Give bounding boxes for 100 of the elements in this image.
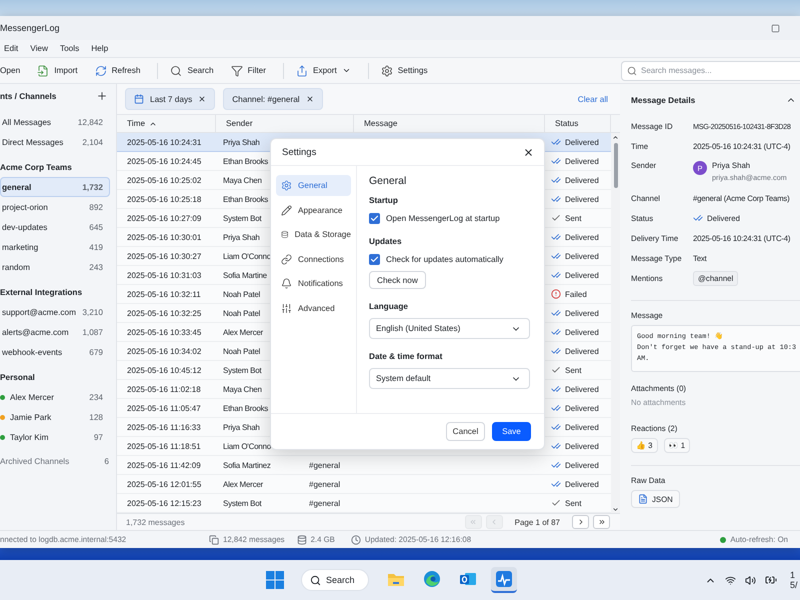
- status-label: Delivered: [565, 138, 599, 146]
- sidebar-title: nts / Channels: [0, 92, 56, 100]
- status-label: Delivered: [565, 156, 599, 166]
- channel-name: webhook-events: [2, 348, 64, 356]
- status-label: Sent: [565, 498, 582, 508]
- table-cell: Sofia Martine: [223, 270, 267, 280]
- status-label: Delivered: [565, 328, 599, 336]
- clock-text: 1: [790, 570, 796, 580]
- message-count: 3,210: [82, 308, 103, 316]
- table-cell: 2025-05-16 10:34:02: [127, 346, 202, 356]
- table-cell: #general: [309, 498, 340, 508]
- channel-name: random: [2, 262, 31, 272]
- checkbox-label: Check for updates automatically: [386, 254, 504, 264]
- filter-label: Last 7 days: [150, 94, 192, 104]
- table-cell: System Bot: [223, 498, 262, 508]
- table-cell: Liam O'Conno: [223, 442, 271, 450]
- table-cell: Noah Patel: [223, 346, 260, 356]
- message-count: 1,087: [82, 328, 103, 336]
- table-cell: Sofia Martinez: [223, 460, 271, 470]
- table-cell: 2025-05-16 10:30:01: [127, 232, 202, 242]
- message-count: 243: [89, 262, 103, 272]
- status-label: Delivered: [565, 176, 599, 184]
- table-cell: 2025-05-16 10:25:02: [127, 176, 202, 184]
- group-title: Updates: [369, 237, 403, 247]
- channel-name: general: [2, 182, 32, 192]
- window-title: MessengerLog: [0, 23, 60, 33]
- channel-name: marketing: [2, 242, 40, 252]
- message-count: 1,732 messages: [126, 518, 185, 526]
- panel-title: Message Details: [631, 96, 696, 104]
- checkbox-label: Open MessengerLog at startup: [386, 214, 500, 222]
- table-cell: 2025-05-16 10:25:18: [127, 194, 202, 204]
- group-title: Personal: [0, 372, 36, 384]
- group-title: Language: [369, 302, 409, 312]
- message-count: 679: [89, 348, 103, 356]
- table-cell: System Bot: [223, 366, 262, 374]
- table-cell: #general: [309, 480, 340, 488]
- status-label: Delivered: [565, 232, 599, 242]
- table-cell: 2025-05-16 11:02:18: [127, 384, 201, 394]
- message-count: 892: [89, 202, 103, 212]
- table-cell: Priya Shah: [223, 232, 260, 242]
- page-indicator: Page 1 of 87: [514, 518, 560, 526]
- status-label: Delivered: [565, 460, 599, 470]
- clock-text: 5/: [790, 580, 798, 590]
- table-cell: 2025-05-16 10:24:31: [127, 138, 202, 146]
- table-cell: Noah Patel: [223, 308, 260, 318]
- table-cell: 2025-05-16 10:33:45: [127, 328, 202, 336]
- message-count: 645: [89, 222, 103, 232]
- message-count: 6: [104, 456, 109, 466]
- table-cell: 2025-05-16 11:18:51: [127, 442, 201, 450]
- message-count: 12,842: [78, 118, 103, 126]
- status-label: Delivered: [565, 194, 599, 204]
- status-label: Delivered: [565, 270, 599, 280]
- message-count: 234: [89, 392, 103, 402]
- table-cell: 2025-05-16 10:27:09: [127, 214, 202, 222]
- channel-name: Jamie Park: [10, 412, 52, 422]
- table-cell: Ethan Brooks: [223, 156, 268, 166]
- channel-name: alerts@acme.com: [2, 328, 70, 336]
- group-title: External Integrations: [0, 286, 84, 299]
- table-cell: 2025-05-16 10:32:25: [127, 308, 202, 318]
- dialog-title: Settings: [282, 146, 316, 158]
- status-label: Delivered: [565, 422, 599, 432]
- table-cell: Ethan Brooks: [223, 404, 268, 412]
- status-label: Failed: [565, 290, 587, 298]
- filter-label: Channel: #general: [232, 94, 300, 104]
- table-cell: Alex Mercer: [223, 328, 263, 336]
- message-count: 128: [89, 412, 103, 422]
- table-cell: 2025-05-16 12:15:23: [127, 498, 202, 508]
- table-cell: Alex Mercer: [223, 480, 263, 488]
- channel-name: support@acme.com: [2, 308, 77, 316]
- group-title: Acme Corp Teams: [0, 162, 73, 174]
- section-heading: General: [369, 175, 408, 188]
- table-cell: Maya Chen: [223, 384, 262, 394]
- table-cell: 2025-05-16 12:01:55: [127, 480, 202, 488]
- status-label: Delivered: [565, 480, 599, 488]
- table-cell: Priya Shah: [223, 138, 260, 146]
- table-cell: Maya Chen: [223, 176, 262, 184]
- group-title: Startup: [369, 196, 399, 206]
- table-cell: Priya Shah: [223, 422, 260, 432]
- status-label: Sent: [565, 214, 582, 222]
- table-cell: 2025-05-16 11:05:47: [127, 404, 201, 412]
- group-title: Date & time format: [369, 352, 444, 362]
- table-cell: 2025-05-16 10:32:11: [127, 290, 201, 298]
- channel-name: dev-updates: [2, 222, 48, 232]
- message-count: 2,104: [82, 138, 103, 146]
- table-cell: #general: [309, 460, 340, 470]
- message-count: 419: [89, 242, 103, 252]
- status-label: Delivered: [565, 252, 599, 260]
- status-label: Sent: [565, 366, 582, 374]
- status-label: Delivered: [565, 346, 599, 356]
- table-cell: Noah Patel: [223, 290, 260, 298]
- status-label: Delivered: [565, 384, 599, 394]
- table-cell: 2025-05-16 10:24:45: [127, 156, 202, 166]
- status-label: Delivered: [565, 308, 599, 318]
- table-cell: System Bot: [223, 214, 262, 222]
- channel-name: Direct Messages: [2, 138, 64, 146]
- status-label: Delivered: [565, 404, 599, 412]
- channel-name: project-orion: [2, 202, 49, 212]
- channel-name: All Messages: [2, 118, 52, 126]
- table-cell: 2025-05-16 10:31:03: [127, 270, 202, 280]
- message-count: 97: [94, 432, 103, 442]
